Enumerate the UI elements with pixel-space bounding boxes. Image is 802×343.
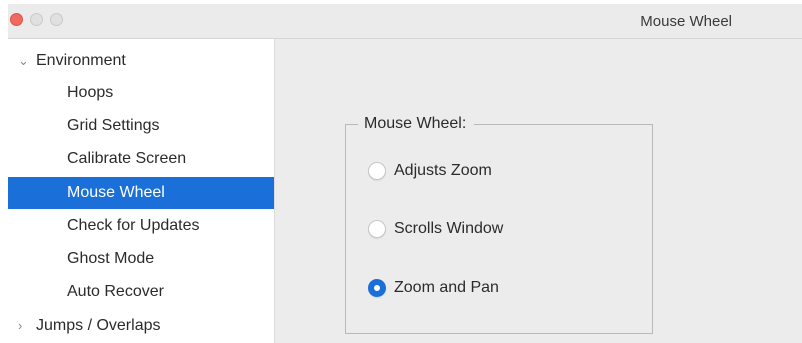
sidebar-item-label: Ghost Mode [67,250,155,267]
mouse-wheel-group: Mouse Wheel: Adjusts Zoom Scrolls Window… [345,113,653,334]
tree-group-label: Environment [36,52,126,69]
title-bar: Mouse Wheel [8,4,802,39]
sidebar-item-label: Mouse Wheel [67,184,165,201]
sidebar-tree: ⌄ Environment Hoops Grid Settings Calibra… [8,39,275,343]
sidebar-item-calibrate-screen[interactable]: Calibrate Screen [8,143,274,175]
option-scrolls-window[interactable]: Scrolls Window [368,217,503,241]
sidebar-item-mouse-wheel[interactable]: Mouse Wheel [8,177,274,209]
preferences-window: Mouse Wheel ⌄ Environment Hoops Grid Sett… [8,4,802,343]
radio-button[interactable] [368,220,386,238]
radio-dot-icon [374,285,380,291]
option-label: Scrolls Window [394,220,504,237]
chevron-down-icon[interactable]: ⌄ [18,45,36,77]
tree-group-jumps-overlaps[interactable]: › Jumps / Overlaps [8,310,274,342]
sidebar-item-label: Hoops [67,84,114,101]
sidebar-item-label: Grid Settings [67,117,160,134]
minimize-window-button[interactable] [30,13,43,26]
option-label: Zoom and Pan [394,279,499,296]
chevron-right-icon[interactable]: › [18,310,36,342]
option-label: Adjusts Zoom [394,162,492,179]
close-window-button[interactable] [10,13,23,26]
zoom-window-button[interactable] [50,13,63,26]
sidebar-item-ghost-mode[interactable]: Ghost Mode [8,243,274,275]
sidebar-item-hoops[interactable]: Hoops [8,77,274,109]
group-label: Mouse Wheel: [358,113,475,135]
sidebar-item-check-for-updates[interactable]: Check for Updates [8,210,274,242]
window-title: Mouse Wheel [640,13,732,30]
radio-button[interactable] [368,162,386,180]
tree-group-label: Jumps / Overlaps [36,317,161,334]
tree-group-environment[interactable]: ⌄ Environment [8,45,274,77]
radio-button-selected[interactable] [368,279,386,297]
sidebar-item-grid-settings[interactable]: Grid Settings [8,110,274,142]
sidebar-item-auto-recover[interactable]: Auto Recover [8,276,274,308]
sidebar-item-label: Auto Recover [67,283,164,300]
option-zoom-and-pan[interactable]: Zoom and Pan [368,276,499,300]
sidebar-item-label: Check for Updates [67,217,200,234]
option-adjusts-zoom[interactable]: Adjusts Zoom [368,159,492,183]
sidebar-item-label: Calibrate Screen [67,150,187,167]
settings-pane: Mouse Wheel: Adjusts Zoom Scrolls Window… [275,39,802,343]
